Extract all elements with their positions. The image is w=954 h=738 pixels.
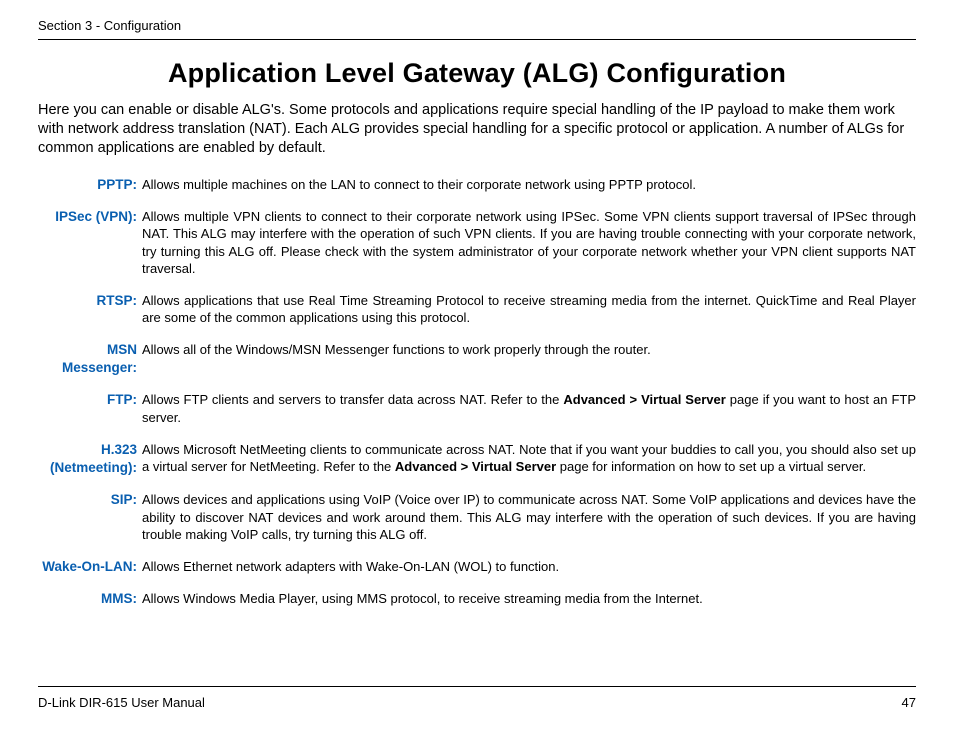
definition-term: MMS: <box>38 590 142 608</box>
definition-term: SIP: <box>38 491 142 544</box>
definition-item: H.323 (Netmeeting):Allows Microsoft NetM… <box>38 441 916 477</box>
definition-term: FTP: <box>38 391 142 426</box>
definition-term: Wake-On-LAN: <box>38 558 142 576</box>
page-footer: D-Link DIR-615 User Manual 47 <box>38 686 916 710</box>
definition-term: PPTP: <box>38 176 142 194</box>
definition-item: IPSec (VPN):Allows multiple VPN clients … <box>38 208 916 278</box>
definition-item: Wake-On-LAN:Allows Ethernet network adap… <box>38 558 916 576</box>
definition-description: Allows multiple VPN clients to connect t… <box>142 208 916 278</box>
definition-description: Allows multiple machines on the LAN to c… <box>142 176 916 194</box>
definition-description: Allows Ethernet network adapters with Wa… <box>142 558 916 576</box>
footer-manual-name: D-Link DIR-615 User Manual <box>38 695 205 710</box>
definition-description: Allows Windows Media Player, using MMS p… <box>142 590 916 608</box>
definition-item: MMS:Allows Windows Media Player, using M… <box>38 590 916 608</box>
definition-item: SIP:Allows devices and applications usin… <box>38 491 916 544</box>
definition-term: MSN Messenger: <box>38 341 142 377</box>
definition-description: Allows devices and applications using Vo… <box>142 491 916 544</box>
page-title: Application Level Gateway (ALG) Configur… <box>38 58 916 89</box>
definition-description: Allows applications that use Real Time S… <box>142 292 916 327</box>
definition-item: PPTP:Allows multiple machines on the LAN… <box>38 176 916 194</box>
intro-paragraph: Here you can enable or disable ALG's. So… <box>38 101 916 158</box>
definition-description: Allows FTP clients and servers to transf… <box>142 391 916 426</box>
definition-item: RTSP:Allows applications that use Real T… <box>38 292 916 327</box>
definition-term: H.323 (Netmeeting): <box>38 441 142 477</box>
definition-item: MSN Messenger:Allows all of the Windows/… <box>38 341 916 377</box>
definition-term: IPSec (VPN): <box>38 208 142 278</box>
footer-page-number: 47 <box>902 695 916 710</box>
definition-description: Allows all of the Windows/MSN Messenger … <box>142 341 916 377</box>
definition-description: Allows Microsoft NetMeeting clients to c… <box>142 441 916 477</box>
definition-term: RTSP: <box>38 292 142 327</box>
definition-item: FTP:Allows FTP clients and servers to tr… <box>38 391 916 426</box>
definition-list: PPTP:Allows multiple machines on the LAN… <box>38 176 916 609</box>
section-header: Section 3 - Configuration <box>38 18 916 40</box>
